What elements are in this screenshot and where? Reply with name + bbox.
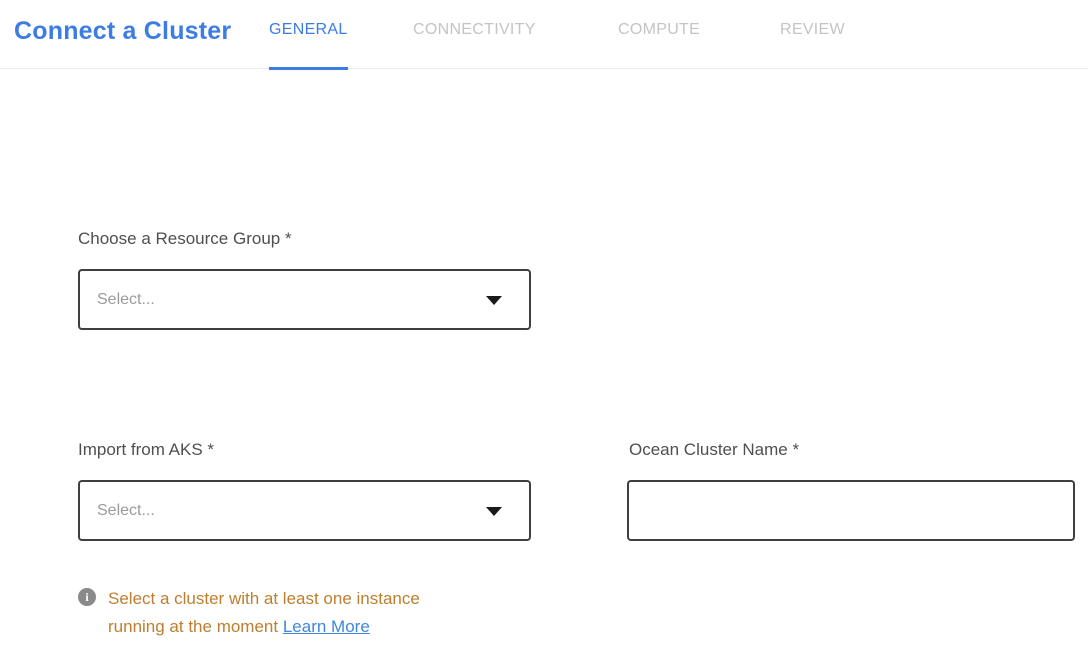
info-icon: i [78, 588, 96, 606]
import-aks-label: Import from AKS * [78, 440, 214, 460]
import-aks-select[interactable]: Select... [78, 480, 531, 541]
info-note-text: Select a cluster with at least one insta… [108, 585, 474, 641]
tab-connectivity[interactable]: CONNECTIVITY [413, 21, 536, 68]
cluster-name-input[interactable] [627, 480, 1075, 541]
learn-more-link[interactable]: Learn More [283, 617, 370, 636]
tab-general[interactable]: GENERAL [269, 21, 348, 68]
cluster-instance-info-note: i Select a cluster with at least one ins… [78, 585, 478, 641]
resource-group-select[interactable]: Select... [78, 269, 531, 330]
tab-review[interactable]: REVIEW [780, 21, 845, 68]
connect-cluster-wizard: Connect a Cluster GENERAL CONNECTIVITY C… [0, 0, 1088, 654]
cluster-name-label: Ocean Cluster Name * [629, 440, 799, 460]
wizard-header: Connect a Cluster GENERAL CONNECTIVITY C… [0, 0, 1088, 69]
page-title: Connect a Cluster [14, 17, 231, 46]
tab-compute[interactable]: COMPUTE [618, 21, 700, 68]
info-note-message: Select a cluster with at least one insta… [108, 589, 420, 636]
resource-group-placeholder: Select... [97, 291, 155, 309]
resource-group-label: Choose a Resource Group * [78, 229, 292, 249]
import-aks-placeholder: Select... [97, 502, 155, 520]
caret-down-icon [486, 296, 502, 305]
caret-down-icon [486, 507, 502, 516]
